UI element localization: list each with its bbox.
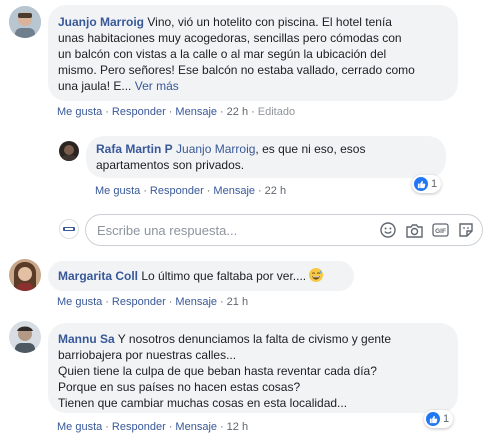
avatar[interactable] [9,259,41,291]
comment-text-line: unas habitaciones muy acogedoras, sencil… [58,31,402,45]
comment-author[interactable]: Margarita Coll [58,269,138,283]
edited-label[interactable]: Editado [258,106,295,118]
comment-text-line: Porque en sus países no hacen estas cosa… [58,380,301,394]
comment-author[interactable]: Juanjo Marroig [58,15,144,29]
reaction-count[interactable]: 1 [412,175,442,193]
comment-text-line: Tienen que cambiar muchas cosas en esta … [58,396,348,410]
reply-button[interactable]: Responder [112,296,166,308]
thumbs-up-icon [426,412,440,426]
comment-text-line: una jaula! E... [58,79,132,93]
like-button[interactable]: Me gusta [57,296,102,308]
comment-actions: Me gusta · Responder · Mensaje · 22 h · Editado [57,106,296,118]
reaction-count-label: 1 [431,178,438,190]
reply-input[interactable]: Escribe una respuesta... GIF [85,214,483,246]
timestamp[interactable]: 22 h [227,106,248,118]
timestamp[interactable]: 12 h [227,421,248,433]
reply-toolbar: GIF [378,220,476,240]
camera-icon[interactable] [404,220,424,240]
svg-text:GIF: GIF [435,228,446,235]
comment-text-line: apartamentos son privados. [96,158,245,172]
comment-text-line: Y nosotros denunciamos la falta de civis… [117,332,392,346]
reaction-count[interactable]: 1 [424,410,454,428]
avatar[interactable] [9,6,41,38]
like-button[interactable]: Me gusta [57,421,102,433]
reaction-count-label: 1 [443,413,450,425]
comment-text-line: Vino, vió un hotelito con piscina. El ho… [147,15,392,29]
comment-author[interactable]: Mannu Sa [58,332,115,346]
comment-bubble: Mannu Sa Y nosotros denunciamos la falta… [48,323,458,413]
timestamp[interactable]: 22 h [265,185,286,197]
reply-button[interactable]: Responder [112,421,166,433]
comment-text-line: mismo. Pero señores! Ese balcón no estab… [58,63,415,77]
comment-text-line: , es que ni eso, esos [255,142,366,156]
like-button[interactable]: Me gusta [95,185,140,197]
avatar[interactable] [59,141,79,161]
comment-text-line: Quien tiene la culpa de que beban hasta … [58,364,377,378]
mention-link[interactable]: Juanjo Marroig [176,142,255,156]
message-button[interactable]: Mensaje [175,106,217,118]
sticker-icon[interactable] [456,220,476,240]
comment-actions: Me gusta · Responder · Mensaje · 22 h [95,185,287,197]
comment-text-line: un balcón con vistas a la calle o al mar… [58,47,387,61]
gif-icon[interactable]: GIF [430,220,450,240]
emoji-icon[interactable] [378,220,398,240]
message-button[interactable]: Mensaje [175,296,217,308]
comment-actions: Me gusta · Responder · Mensaje · 21 h [57,296,249,308]
comment-author[interactable]: Rafa Martin P [96,142,173,156]
comment-text-line: Lo último que faltaba por ver.... [141,269,307,283]
avatar[interactable] [9,321,41,353]
message-button[interactable]: Mensaje [175,421,217,433]
current-user-avatar [59,219,79,239]
grinning-sweat-face-icon [309,268,324,282]
timestamp[interactable]: 21 h [227,296,248,308]
like-button[interactable]: Me gusta [57,106,102,118]
reply-button[interactable]: Responder [150,185,204,197]
message-button[interactable]: Mensaje [213,185,255,197]
comment-bubble: Rafa Martin P Juanjo Marroig, es que ni … [86,136,446,178]
reply-button[interactable]: Responder [112,106,166,118]
thumbs-up-icon [414,177,428,191]
comment-actions: Me gusta · Responder · Mensaje · 12 h [57,421,249,433]
comment-bubble: Margarita Coll Lo último que faltaba por… [48,261,354,291]
reply-placeholder: Escribe una respuesta... [97,223,238,238]
comment-bubble: Juanjo Marroig Vino, vió un hotelito con… [48,5,458,101]
comment-text-line: barriobajera por nuestras calles... [58,348,237,362]
see-more-link[interactable]: Ver más [135,79,179,93]
